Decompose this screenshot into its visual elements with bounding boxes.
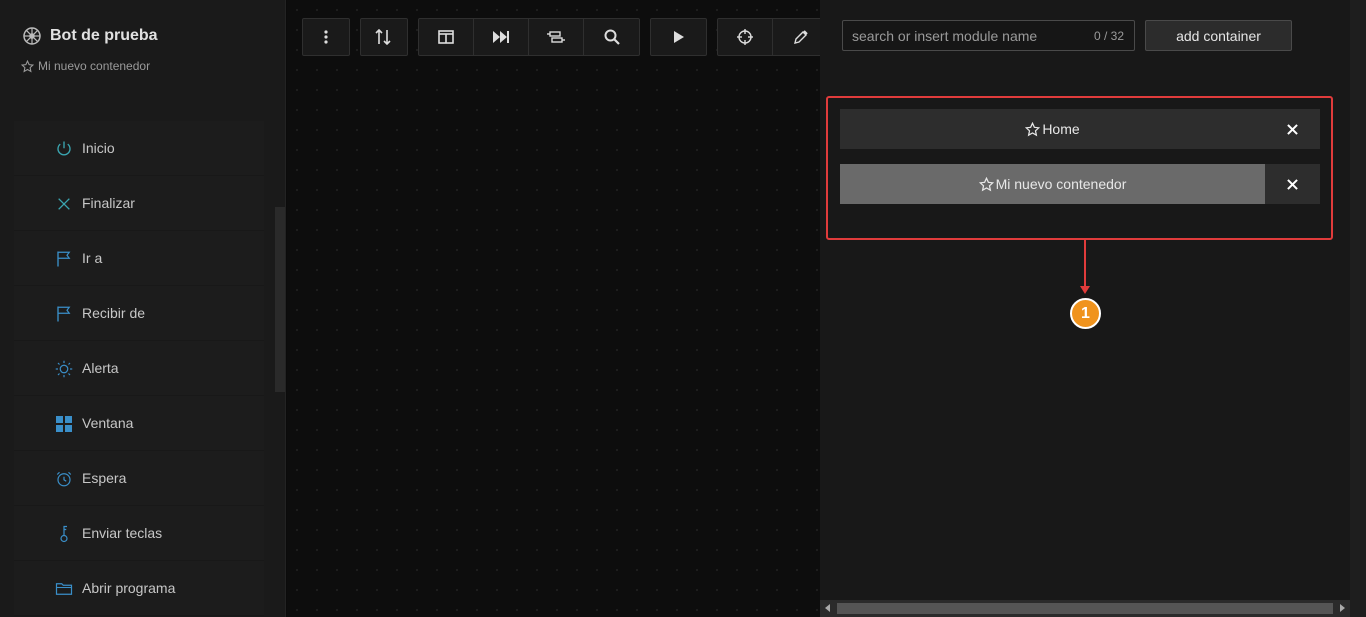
- app-window: Bot de prueba Mi nuevo contenedor Inicio…: [0, 0, 1366, 617]
- wheel-icon: [23, 27, 41, 45]
- canvas-toolbar: [302, 18, 829, 56]
- subtitle-label: Mi nuevo contenedor: [38, 59, 151, 73]
- step-badge: 1: [1070, 298, 1101, 329]
- split-view-button[interactable]: [419, 19, 474, 55]
- star-icon: [1025, 121, 1041, 136]
- layout-icon: [547, 31, 565, 43]
- play-button[interactable]: [651, 19, 706, 55]
- sidebar: Bot de prueba Mi nuevo contenedor Inicio…: [0, 0, 286, 617]
- sidebar-item-label: Finalizar: [82, 195, 135, 211]
- sidebar-item-label: Enviar teclas: [82, 525, 163, 541]
- container-name[interactable]: Mi nuevo contenedor: [840, 164, 1265, 204]
- menu-button[interactable]: [303, 19, 349, 55]
- play-icon: [673, 31, 684, 43]
- remove-container-button[interactable]: [1265, 164, 1320, 204]
- menu-dots-icon: [324, 30, 328, 44]
- split-view-icon: [438, 30, 454, 44]
- module-search[interactable]: 0 / 32: [842, 20, 1135, 51]
- sidebar-item-espera[interactable]: Espera: [14, 451, 264, 506]
- search-button[interactable]: [584, 19, 639, 55]
- sidebar-item-inicio[interactable]: Inicio: [14, 121, 264, 176]
- toolbar-group: [302, 18, 350, 56]
- search-icon: [604, 29, 620, 45]
- sidebar-item-abrir-programa[interactable]: Abrir programa: [14, 561, 264, 616]
- callout-arrow-head: [1080, 286, 1090, 294]
- toolbar-group: [717, 18, 829, 56]
- sidebar-item-label: Alerta: [82, 360, 119, 376]
- sidebar-item-enviar-teclas[interactable]: Enviar teclas: [14, 506, 264, 561]
- crosshair-icon: [737, 29, 753, 45]
- close-x-icon: [54, 194, 74, 214]
- alarm-clock-icon: [54, 469, 74, 489]
- fast-forward-icon: [493, 31, 509, 43]
- horizontal-scrollbar[interactable]: [820, 600, 1350, 617]
- brand: Bot de prueba: [22, 26, 158, 46]
- sidebar-item-label: Inicio: [82, 140, 115, 156]
- flag-icon: [54, 304, 74, 324]
- sidebar-item-label: Ventana: [82, 415, 134, 431]
- flag-icon: [54, 249, 74, 269]
- sidebar-item-label: Recibir de: [82, 305, 146, 321]
- module-menu: Inicio Finalizar Ir a Recibir de Alerta …: [14, 121, 264, 616]
- search-count: 0 / 32: [1093, 29, 1124, 43]
- container-name[interactable]: Home: [840, 109, 1265, 149]
- power-icon: [54, 139, 74, 159]
- sidebar-item-recibir-de[interactable]: Recibir de: [14, 286, 264, 341]
- sun-icon: [54, 359, 74, 379]
- remove-container-button[interactable]: [1265, 109, 1320, 149]
- fast-forward-button[interactable]: [474, 19, 529, 55]
- layout-button[interactable]: [529, 19, 584, 55]
- window-grid-icon: [54, 414, 74, 434]
- flow-canvas[interactable]: [287, 0, 820, 617]
- search-input[interactable]: [843, 21, 1083, 50]
- callout-arrow: [1084, 240, 1086, 290]
- add-container-button[interactable]: add container: [1145, 20, 1292, 51]
- close-icon: [1287, 123, 1298, 135]
- sort-button[interactable]: [361, 19, 407, 55]
- sort-icon: [375, 29, 391, 45]
- sidebar-item-ventana[interactable]: Ventana: [14, 396, 264, 451]
- toolbar-group: [650, 18, 707, 56]
- star-icon: [21, 59, 34, 73]
- scrollbar-thumb[interactable]: [837, 603, 1333, 614]
- crosshair-button[interactable]: [718, 19, 773, 55]
- toolbar-group: [360, 18, 408, 56]
- sidebar-item-ir-a[interactable]: Ir a: [14, 231, 264, 286]
- container-label: Mi nuevo contenedor: [995, 176, 1127, 192]
- close-icon: [1287, 178, 1298, 190]
- sidebar-scrollbar[interactable]: [275, 207, 285, 392]
- star-icon: [978, 176, 994, 191]
- container-item-mi-nuevo-contenedor[interactable]: Mi nuevo contenedor: [840, 164, 1320, 204]
- container-item-home[interactable]: Home: [840, 109, 1320, 149]
- sidebar-item-label: Espera: [82, 470, 127, 486]
- bot-title: Bot de prueba: [50, 27, 158, 44]
- toolbar-group: [418, 18, 640, 56]
- eyedropper-icon: [793, 30, 808, 44]
- scroll-right-icon[interactable]: [1340, 604, 1345, 612]
- sidebar-item-finalizar[interactable]: Finalizar: [14, 176, 264, 231]
- container-label: Home: [1042, 121, 1080, 137]
- sidebar-item-alerta[interactable]: Alerta: [14, 341, 264, 396]
- scroll-left-icon[interactable]: [825, 604, 830, 612]
- key-icon: [54, 524, 74, 544]
- folder-icon: [54, 579, 74, 599]
- vertical-scrollbar[interactable]: [1350, 0, 1366, 617]
- sidebar-item-label: Ir a: [82, 250, 103, 266]
- container-subtitle[interactable]: Mi nuevo contenedor: [21, 59, 150, 73]
- sidebar-item-label: Abrir programa: [82, 580, 176, 596]
